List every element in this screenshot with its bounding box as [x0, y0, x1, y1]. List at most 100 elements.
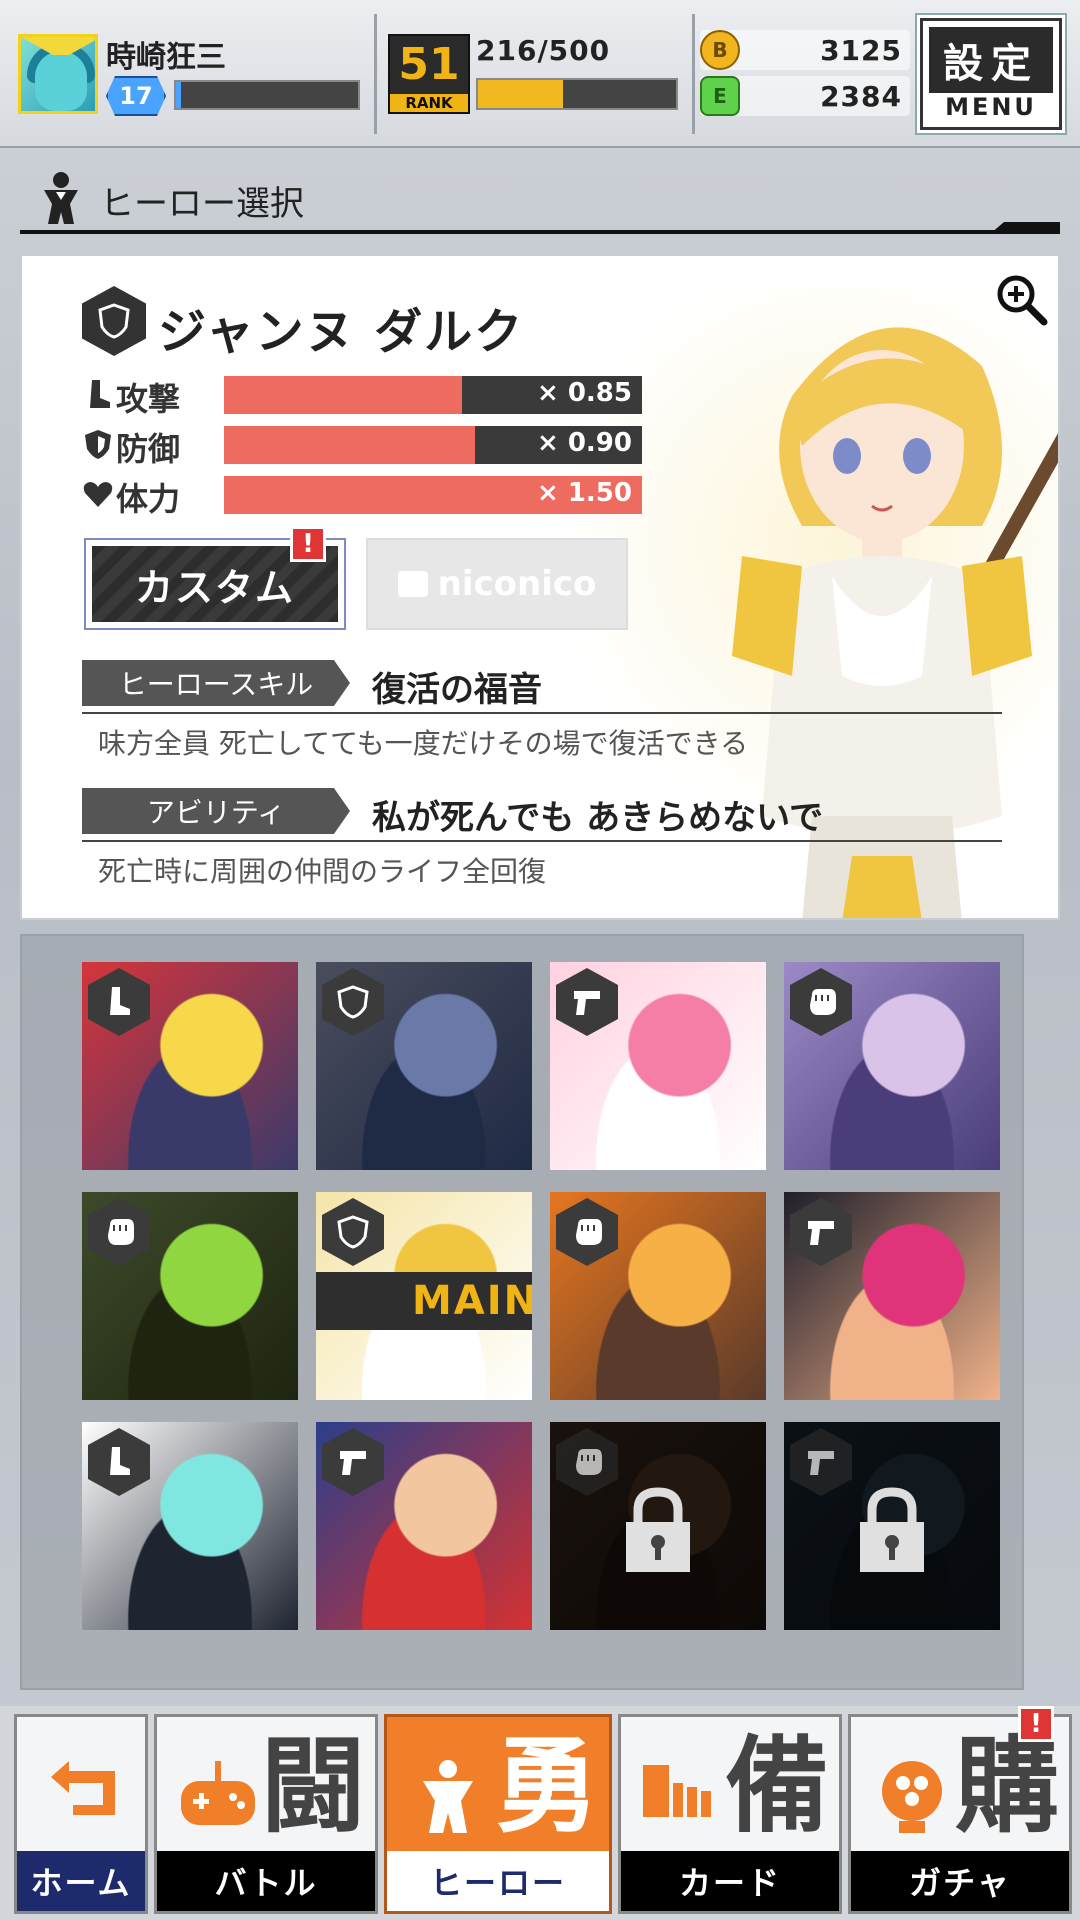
coin-counter: B 3125: [700, 30, 910, 70]
gem-value: 2384: [820, 80, 902, 113]
shield-icon: [337, 1215, 369, 1249]
fist-icon: [108, 1219, 134, 1245]
hero-name: ジャンヌ ダルク: [158, 304, 525, 360]
gun-icon: [808, 1451, 834, 1475]
card-stack-icon: [643, 1765, 711, 1817]
player-name: 時崎狂三: [106, 40, 226, 75]
nav-hero-kanji: 勇: [494, 1725, 599, 1847]
hero-card[interactable]: MAIN: [316, 1192, 532, 1400]
divider: [82, 840, 1002, 842]
rank-exp-bar: [476, 78, 678, 110]
nav-hero-label: ヒーロー: [387, 1851, 609, 1911]
stat-label: 攻撃: [116, 380, 181, 418]
hero-roster-grid: MAIN: [20, 934, 1024, 1690]
hero-card[interactable]: [82, 1192, 298, 1400]
heart-icon: [83, 482, 113, 507]
stat-label: 体力: [116, 480, 181, 518]
hero-figure-icon: [44, 172, 78, 224]
hero-figure-icon: [423, 1760, 473, 1833]
stat-label: 防御: [116, 430, 181, 468]
top-status-bar: 時崎狂三 17 51 RANK 216/500 B 3125 E 2384 設定…: [0, 0, 1080, 148]
hero-card[interactable]: [550, 962, 766, 1170]
hero-skill-tag: ヒーロースキル: [82, 660, 350, 706]
fist-icon: [810, 989, 836, 1015]
nav-battle-button[interactable]: 闘 バトル: [154, 1714, 378, 1914]
nav-card-button[interactable]: 備 カード: [618, 1714, 842, 1914]
hero-card[interactable]: [784, 1422, 1000, 1630]
nav-gacha-button[interactable]: 購 ガチャ: [848, 1714, 1072, 1914]
gem-icon: E: [700, 76, 740, 116]
hero-card[interactable]: [316, 1422, 532, 1630]
lock-icon: [626, 1487, 690, 1572]
ability-description: 死亡時に周囲の仲間のライフ全回復: [98, 855, 547, 888]
coin-icon: B: [700, 30, 740, 70]
gem-counter: E 2384: [700, 76, 910, 116]
divider: [692, 14, 695, 134]
nav-battle-label: バトル: [157, 1851, 375, 1911]
settings-menu-button[interactable]: 設定 MENU: [920, 18, 1062, 130]
hero-skill-description: 味方全員 死亡してても一度だけその場で復活できる: [98, 727, 749, 760]
settings-label: 設定: [929, 27, 1053, 93]
menu-label: MENU: [945, 93, 1037, 121]
bottom-navigation: ホーム 闘 バトル 勇 ヒーロー 備 カード 購 ガチャ !: [0, 1706, 1080, 1920]
niconico-label: niconico: [437, 564, 597, 604]
stat-multiplier: × 0.90: [537, 428, 632, 458]
gun-icon: [808, 1221, 834, 1245]
page-title: ヒーロー選択: [100, 184, 304, 224]
hero-card[interactable]: [82, 962, 298, 1170]
zoom-in-icon[interactable]: [994, 272, 1050, 328]
nav-battle-kanji: 闘: [260, 1725, 365, 1847]
player-level-badge: 17: [106, 76, 166, 116]
gacha-alert-badge: !: [1018, 1706, 1054, 1742]
fist-icon: [576, 1219, 602, 1245]
stat-stamina: 体力 × 1.50: [82, 474, 642, 518]
header-underline: [20, 230, 1060, 234]
boot-icon: [90, 380, 110, 408]
hero-class-shield-icon: [82, 286, 146, 356]
rank-label: RANK: [390, 94, 468, 112]
hero-card[interactable]: [316, 962, 532, 1170]
stat-bar: × 0.85: [224, 376, 642, 414]
stat-bar: × 1.50: [224, 476, 642, 514]
main-hero-tag: MAIN: [316, 1272, 532, 1330]
rank-value: 51: [398, 39, 460, 90]
stat-attack: 攻撃 × 0.85: [82, 374, 642, 418]
gamepad-icon: [181, 1761, 255, 1825]
gun-icon: [574, 991, 600, 1015]
boot-icon: [110, 987, 130, 1015]
divider: [82, 712, 1002, 714]
shield-icon: [337, 985, 369, 1019]
header-tab-accent: [990, 222, 1060, 234]
custom-alert-badge: !: [290, 526, 326, 562]
boot-icon: [110, 1447, 130, 1475]
hero-card[interactable]: [784, 962, 1000, 1170]
hero-card[interactable]: [82, 1422, 298, 1630]
nav-card-label: カード: [621, 1851, 839, 1911]
lock-icon: [860, 1487, 924, 1572]
player-avatar[interactable]: [18, 34, 98, 114]
stat-defense: 防御 × 0.90: [82, 424, 642, 468]
nav-home-label: ホーム: [17, 1851, 145, 1911]
hero-detail-panel: ジャンヌ ダルク 攻撃 × 0.85 防御 × 0.90 体力 × 1.50 カ…: [20, 254, 1060, 920]
coin-value: 3125: [820, 34, 902, 67]
ability-tag: アビリティ: [82, 788, 350, 834]
hero-skill-name: 復活の福音: [372, 670, 542, 710]
nav-gacha-label: ガチャ: [851, 1851, 1069, 1911]
return-arrow-icon: [51, 1761, 115, 1815]
hero-card[interactable]: [550, 1422, 766, 1630]
stat-multiplier: × 1.50: [537, 478, 632, 508]
nav-home-button[interactable]: ホーム: [14, 1714, 148, 1914]
hero-card[interactable]: [550, 1192, 766, 1400]
shield-icon: [85, 430, 111, 459]
niconico-button[interactable]: niconico: [366, 538, 628, 630]
divider: [374, 14, 377, 134]
gacha-machine-icon: [882, 1761, 942, 1833]
nav-hero-button[interactable]: 勇 ヒーロー: [384, 1714, 612, 1914]
nav-card-kanji: 備: [724, 1725, 829, 1847]
gun-icon: [340, 1451, 366, 1475]
hero-card[interactable]: [784, 1192, 1000, 1400]
player-exp-bar: [174, 80, 360, 110]
ability-name: 私が死んでも あきらめないで: [372, 798, 824, 838]
fist-icon: [576, 1449, 602, 1475]
tv-icon: [397, 571, 428, 597]
